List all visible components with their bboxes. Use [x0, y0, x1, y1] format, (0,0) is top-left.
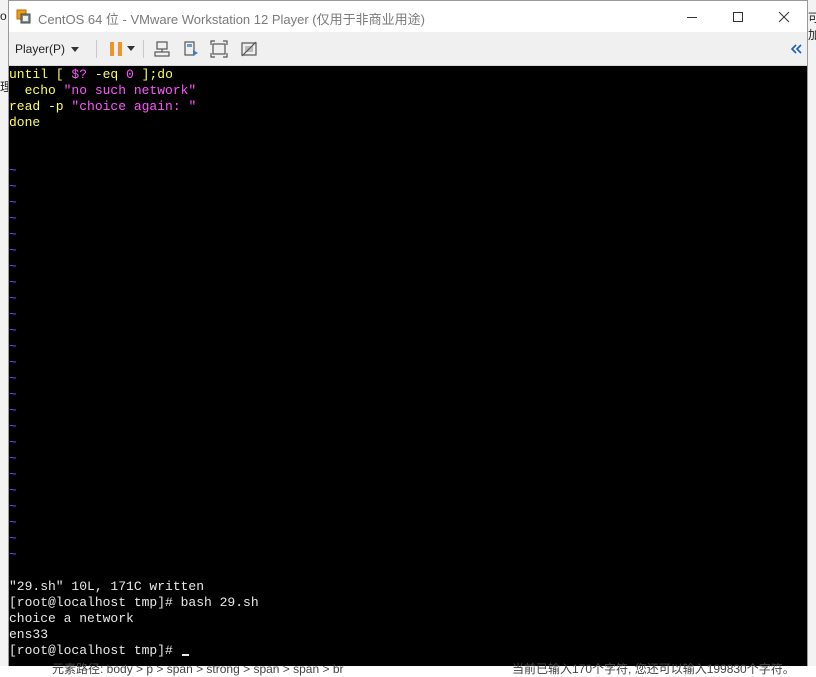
shell-output-text: ens33 [9, 627, 49, 642]
unity-icon [241, 41, 257, 57]
collapse-toolbar-button[interactable] [787, 38, 805, 60]
close-button[interactable] [761, 1, 807, 32]
vim-tilde-marker: ~ [9, 531, 17, 546]
shell-output-line: ens33 [9, 627, 48, 643]
send-ctrl-alt-del-icon [154, 41, 170, 57]
toolbar-separator [96, 40, 97, 58]
vim-script-line: until [ $? -eq 0 ];do [9, 67, 173, 83]
vim-tilde-marker: ~ [9, 483, 17, 498]
vim-tilde-marker: ~ [9, 179, 17, 194]
vim-tilde-marker: ~ [9, 387, 17, 402]
script-text-segment: until [ [9, 67, 72, 82]
close-icon [778, 11, 790, 22]
vim-tilde-marker: ~ [9, 451, 17, 466]
full-screen-icon [210, 40, 228, 58]
script-text-segment: 0 [126, 67, 134, 82]
vim-tilde-marker: ~ [9, 547, 17, 562]
background-right-edge: 可加 [808, 0, 816, 673]
chevron-down-icon [127, 46, 135, 51]
vim-tilde-marker: ~ [9, 291, 17, 306]
vim-tilde-marker: ~ [9, 339, 17, 354]
shell-output-line: "29.sh" 10L, 171C written [9, 579, 204, 595]
toolbar: Player(P) [9, 32, 807, 66]
script-text-segment: read -p [9, 99, 72, 114]
maximize-icon [733, 11, 743, 22]
vim-tilde-marker: ~ [9, 323, 17, 338]
vim-script-line: done [9, 115, 40, 131]
script-text-segment: -eq [87, 67, 127, 82]
window-title: CentOS 64 位 - VMware Workstation 12 Play… [38, 12, 425, 27]
vmware-player-icon [16, 9, 31, 24]
background-editor-status: 元素路径: body > p > span > strong > span > … [0, 662, 816, 676]
vim-tilde-marker: ~ [9, 499, 17, 514]
pause-icon [110, 42, 122, 56]
title-bar[interactable]: CentOS 64 位 - VMware Workstation 12 Play… [9, 1, 807, 32]
background-edge-text: o [0, 9, 7, 23]
vim-tilde-marker: ~ [9, 371, 17, 386]
collapse-icon [790, 44, 802, 54]
vim-tilde-marker: ~ [9, 355, 17, 370]
shell-output-line: choice a network [9, 611, 134, 627]
shell-output-line: [root@localhost tmp]# bash 29.sh [9, 595, 259, 611]
vim-tilde-marker: ~ [9, 515, 17, 530]
vim-tilde-marker: ~ [9, 195, 17, 210]
vim-tilde-marker: ~ [9, 163, 17, 178]
script-text-segment: "no such network" [63, 83, 197, 98]
vm-console-terminal[interactable]: until [ $? -eq 0 ];do echo "no such netw… [9, 66, 807, 666]
vim-tilde-marker: ~ [9, 467, 17, 482]
vim-tilde-marker: ~ [9, 419, 17, 434]
vim-tilde-marker: ~ [9, 435, 17, 450]
script-text-segment: ];do [133, 67, 173, 82]
chevron-down-icon [71, 46, 80, 52]
shell-output-text: choice a network [9, 611, 134, 626]
script-text-segment: $? [71, 67, 88, 82]
script-text-segment: done [9, 115, 41, 130]
vim-script-line: read -p "choice again: " [9, 99, 196, 115]
removable-devices-button[interactable] [180, 38, 202, 60]
shell-output-text: [root@localhost tmp]# bash 29.sh [9, 595, 259, 610]
vim-tilde-marker: ~ [9, 275, 17, 290]
script-text-segment: "choice again: " [71, 99, 197, 114]
player-menu-button[interactable]: Player(P) [15, 39, 80, 59]
pause-button[interactable] [105, 38, 127, 60]
minimize-icon [687, 16, 697, 18]
vim-tilde-marker: ~ [9, 211, 17, 226]
shell-output-text: [root@localhost tmp]# [9, 643, 181, 658]
shell-output-text: "29.sh" 10L, 171C written [9, 579, 205, 594]
vim-tilde-marker: ~ [9, 243, 17, 258]
vim-tilde-marker: ~ [9, 403, 17, 418]
character-count-text: 当前已输入170个字符, 您还可以输入199830个字符。 [512, 662, 795, 676]
full-screen-button[interactable] [208, 38, 230, 60]
pause-dropdown-button[interactable] [125, 38, 137, 60]
vim-tilde-marker: ~ [9, 227, 17, 242]
background-left-edge: o 理 [0, 0, 12, 673]
unity-button[interactable] [238, 38, 260, 60]
removable-devices-icon [184, 41, 198, 56]
toolbar-separator [143, 40, 144, 58]
terminal-cursor [181, 654, 189, 656]
vim-tilde-marker: ~ [9, 307, 17, 322]
element-path-breadcrumb: 元素路径: body > p > span > strong > span > … [52, 662, 344, 676]
minimize-button[interactable] [669, 1, 715, 32]
shell-output-line: [root@localhost tmp]# [9, 643, 189, 659]
player-menu-label: Player(P) [15, 42, 66, 56]
send-ctrl-alt-del-button[interactable] [151, 38, 173, 60]
maximize-button[interactable] [715, 1, 761, 32]
script-text-segment: echo [9, 83, 64, 98]
background-right-text: 可加 [808, 11, 816, 42]
vim-tilde-marker: ~ [9, 259, 17, 274]
vim-script-line: echo "no such network" [9, 83, 197, 99]
vmware-player-window: CentOS 64 位 - VMware Workstation 12 Play… [8, 0, 808, 667]
